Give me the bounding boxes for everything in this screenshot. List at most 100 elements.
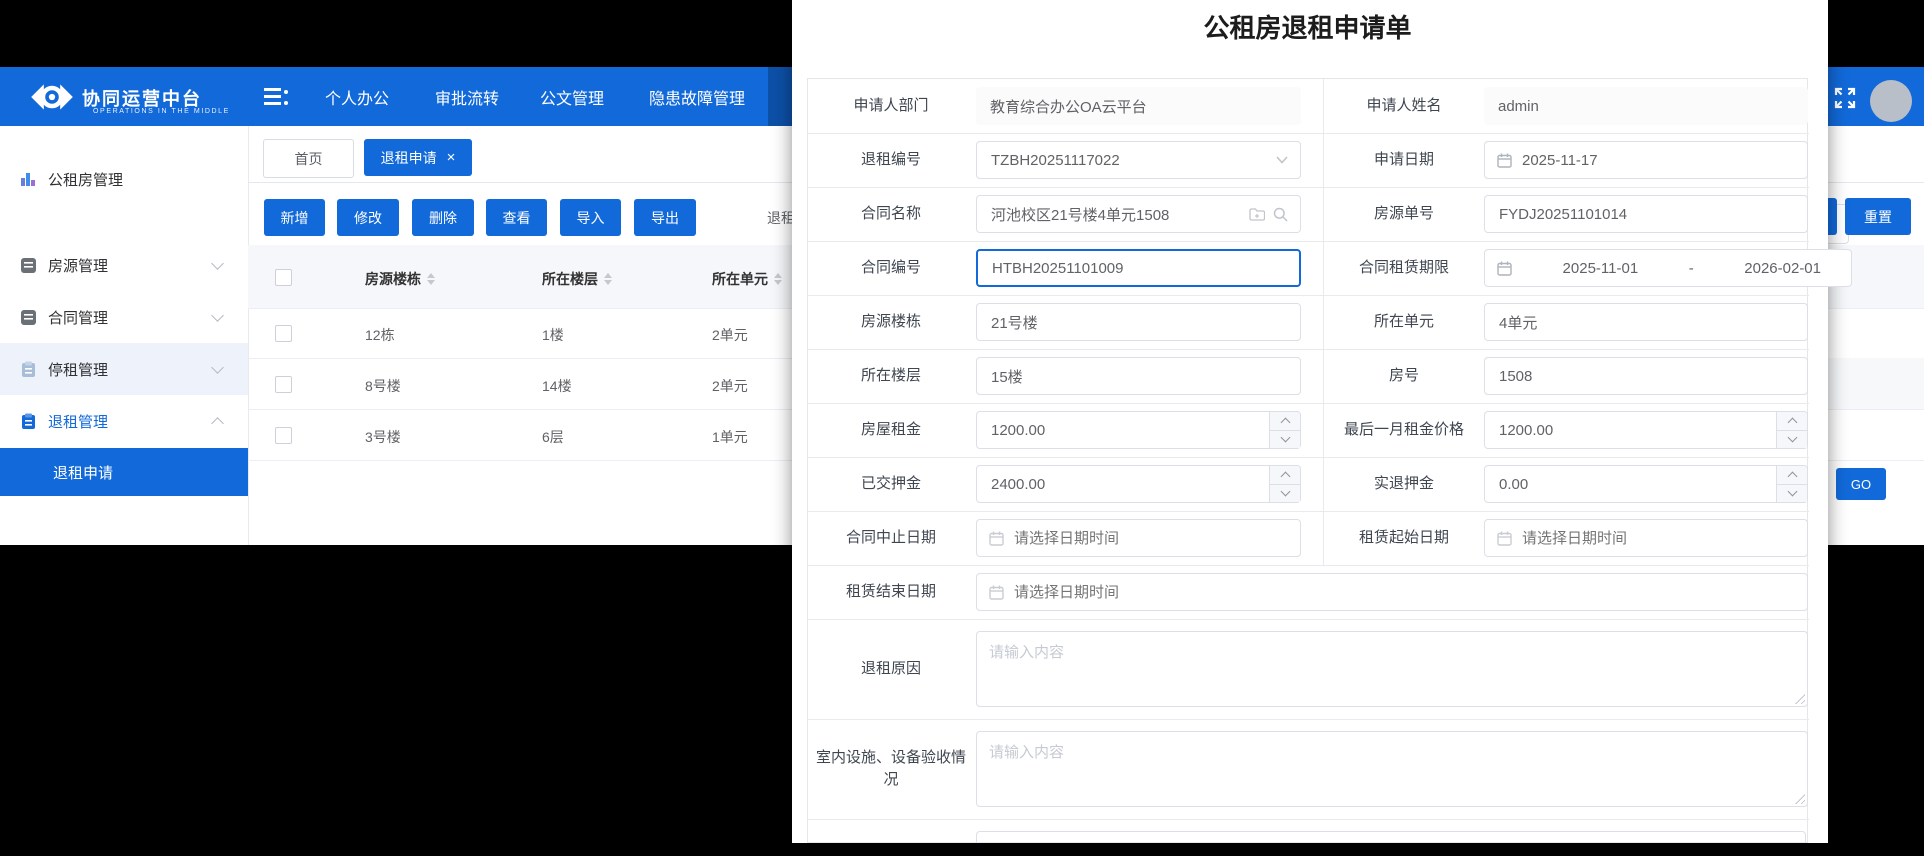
lease-end-date-picker[interactable] [976,573,1808,611]
close-icon[interactable]: × [447,149,456,166]
building-input[interactable] [989,312,1288,332]
number-stepper[interactable] [1776,412,1807,448]
bar-chart-icon [20,171,37,188]
folder-icon[interactable] [1249,207,1265,221]
row-checkbox[interactable] [275,376,292,393]
step-down-button[interactable] [1270,484,1300,502]
lease-end-date[interactable]: 2026-02-01 [1744,260,1821,277]
lease-term-range-picker[interactable]: 2025-11-01 - 2026-02-01 [1484,249,1852,287]
lease-end-date-input[interactable] [1012,582,1795,602]
rent-input[interactable] [989,420,1260,440]
number-stepper[interactable] [1269,412,1300,448]
field-label-termination-reason: 退租原因 [860,660,921,678]
calendar-icon [989,531,1004,546]
sort-carets-icon[interactable] [604,273,612,285]
step-down-button[interactable] [1777,430,1807,448]
termination-reason-textarea-box[interactable] [976,631,1808,707]
import-button[interactable]: 导入 [560,199,621,236]
export-button[interactable]: 导出 [634,199,696,236]
field-label-lease-end-date: 租赁结束日期 [845,583,936,601]
step-down-button[interactable] [1777,484,1807,502]
unit-input[interactable] [1497,312,1795,332]
room-no-input[interactable] [1497,366,1795,386]
step-up-button[interactable] [1270,412,1300,431]
contract-name-input-box[interactable] [976,195,1301,233]
contract-name-input[interactable] [989,204,1241,224]
view-button[interactable]: 查看 [486,199,547,236]
deposit-paid-input-box[interactable] [976,465,1301,503]
termination-reason-textarea[interactable] [977,632,1807,706]
sidebar-subitem-termination-apply[interactable]: 退租申请 [0,448,248,496]
apply-date-picker[interactable] [1484,141,1808,179]
contract-stop-date-picker[interactable] [976,519,1301,557]
deposit-paid-input[interactable] [989,474,1260,494]
nav-item-approval-flow[interactable]: 审批流转 [435,67,499,126]
lease-start-date-picker[interactable] [1484,519,1808,557]
select-all-checkbox[interactable] [275,269,292,286]
lease-start-date[interactable]: 2025-11-01 [1563,260,1639,277]
sidebar-item-termination-mgmt[interactable]: 退租管理 [0,395,248,447]
step-up-button[interactable] [1777,412,1807,431]
deposit-refund-input-box[interactable] [1484,465,1808,503]
step-down-button[interactable] [1270,430,1300,448]
facilities-acceptance-textarea-box[interactable] [976,731,1808,807]
delete-button[interactable]: 删除 [412,199,474,236]
avatar[interactable] [1870,80,1912,122]
menu-collapse-icon[interactable] [264,88,288,106]
sidebar-item-stop-rent-mgmt[interactable]: 停租管理 [0,343,248,395]
nav-item-hazard-fault[interactable]: 隐患故障管理 [649,67,745,126]
pagination-go-button[interactable]: GO [1836,468,1886,500]
deposit-refund-input[interactable] [1497,474,1767,494]
building-input-box[interactable] [976,303,1301,341]
contract-stop-date-input[interactable] [1012,528,1288,548]
tab-termination-apply[interactable]: 退租申请 × [364,139,472,176]
sidebar-item-public-rental[interactable]: 公租房管理 [0,153,248,205]
edit-button[interactable]: 修改 [337,199,399,236]
step-up-button[interactable] [1270,466,1300,485]
field-label-lease-start-date: 租赁起始日期 [1358,529,1449,547]
column-header-unit[interactable]: 所在单元 [712,269,782,289]
document-icon [20,309,37,326]
last-month-rent-input-box[interactable] [1484,411,1808,449]
contract-no-input[interactable] [990,258,1287,278]
apply-date-input[interactable] [1520,150,1795,170]
contract-no-input-box[interactable] [976,249,1301,287]
tab-home[interactable]: 首页 [263,139,354,178]
housing-no-input-box[interactable] [1484,195,1808,233]
floor-input-box[interactable] [976,357,1301,395]
step-up-button[interactable] [1777,466,1807,485]
termination-no-input[interactable] [989,150,1268,170]
cell-building: 12栋 [365,327,395,343]
nav-item-official-docs[interactable]: 公文管理 [540,67,604,126]
chevron-down-icon [211,256,224,270]
search-icon[interactable] [1273,207,1288,222]
termination-no-select[interactable] [976,141,1301,179]
field-label-room-no: 房号 [1388,367,1419,385]
sidebar-item-label: 房源管理 [48,257,109,275]
facilities-acceptance-textarea[interactable] [977,732,1807,806]
number-stepper[interactable] [1269,466,1300,502]
reset-button[interactable]: 重置 [1845,198,1911,235]
sort-carets-icon[interactable] [427,273,435,285]
sidebar-item-contract-mgmt[interactable]: 合同管理 [0,291,248,343]
sort-carets-icon[interactable] [774,273,782,285]
fullscreen-icon[interactable] [1833,86,1857,110]
unit-input-box[interactable] [1484,303,1808,341]
floor-input[interactable] [989,366,1288,386]
column-header-floor[interactable]: 所在楼层 [542,269,612,289]
field-label-last-month-rent: 最后一月租金价格 [1343,421,1464,439]
add-button[interactable]: 新增 [264,199,325,236]
chevron-down-icon [211,360,224,374]
housing-no-input[interactable] [1497,204,1795,224]
nav-label: 公文管理 [540,90,605,108]
column-header-building[interactable]: 房源楼栋 [365,269,435,289]
row-checkbox[interactable] [275,325,292,342]
lease-start-date-input[interactable] [1520,528,1795,548]
number-stepper[interactable] [1776,466,1807,502]
rent-number-input-box[interactable] [976,411,1301,449]
row-checkbox[interactable] [275,427,292,444]
room-no-input-box[interactable] [1484,357,1808,395]
nav-item-personal-office[interactable]: 个人办公 [325,67,389,126]
last-month-rent-input[interactable] [1497,420,1767,440]
sidebar-item-housing-mgmt[interactable]: 房源管理 [0,239,248,291]
